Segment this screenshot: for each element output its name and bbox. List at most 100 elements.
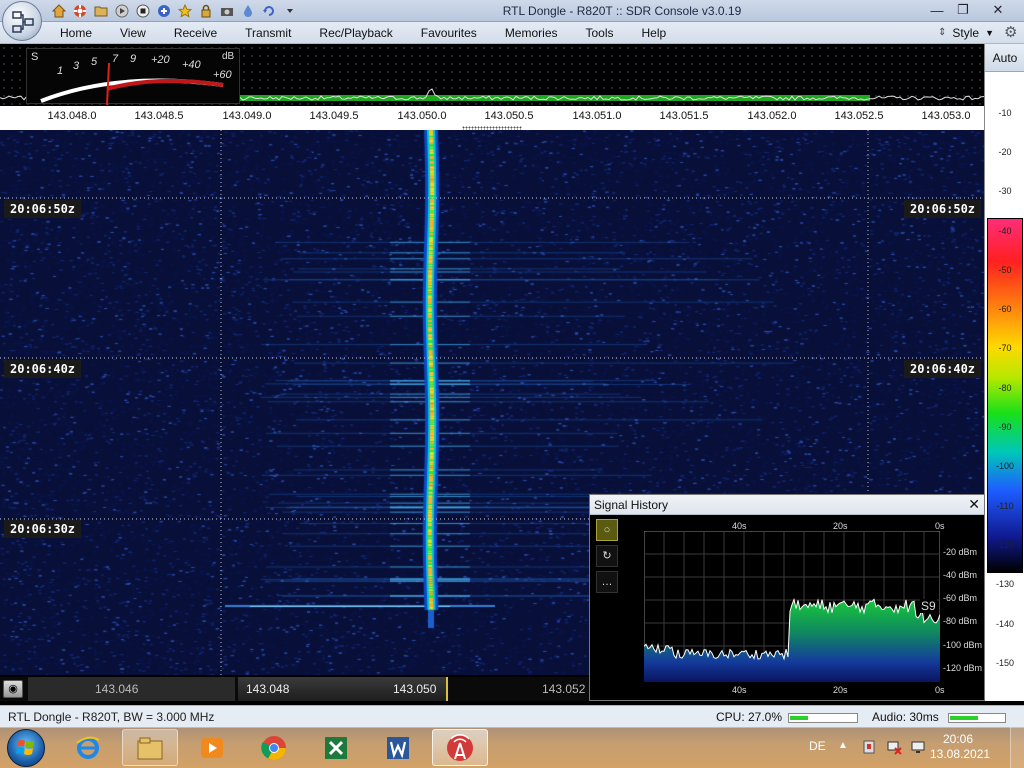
s-meter-scale-5: 5	[91, 56, 98, 68]
dbm-label: -60 dBm	[943, 593, 978, 603]
show-hidden-icons-icon[interactable]: ▲	[838, 740, 848, 751]
menu-rec-playback[interactable]: Rec/Playback	[305, 22, 406, 44]
tuning-label: 143.046	[95, 682, 139, 696]
menu-bar: Home View Receive Transmit Rec/Playback …	[0, 22, 1024, 44]
tuning-label: 143.052	[542, 682, 586, 696]
excel-icon[interactable]	[308, 729, 364, 766]
close-button[interactable]: ✕	[976, 0, 1020, 20]
more-options-button[interactable]: …	[596, 571, 618, 593]
freq-label: 143.050.5	[484, 110, 534, 122]
cpu-meter-fill	[790, 716, 809, 720]
file-explorer-icon[interactable]	[122, 729, 178, 766]
tuning-label: 143.048	[246, 682, 290, 696]
s-meter-scale-plus40: +40	[182, 59, 201, 71]
dbm-label: -120 dBm	[943, 663, 983, 673]
dbm-label: -80 dBm	[943, 616, 978, 626]
tray-usb-icon[interactable]	[861, 739, 877, 755]
freq-label: 143.049.0	[222, 110, 272, 122]
freq-label: 143.051.0	[572, 110, 622, 122]
spectrum-display[interactable]: S dB 1 3 5 7 9 +20 +40 +60	[0, 44, 984, 106]
menu-memories[interactable]: Memories	[491, 22, 572, 44]
db-tick: -60	[998, 304, 1012, 314]
s-meter-scale-7: 7	[112, 53, 119, 65]
rewind-icon[interactable]: ◉	[3, 680, 23, 698]
word-icon[interactable]	[370, 729, 426, 766]
s-meter: S dB 1 3 5 7 9 +20 +40 +60	[26, 48, 240, 106]
s-meter-s-label: S	[31, 51, 39, 63]
freq-label: 143.051.5	[659, 110, 709, 122]
freq-label: 143.049.5	[309, 110, 359, 122]
menu-favourites[interactable]: Favourites	[407, 22, 491, 44]
clock-date: 13.08.2021	[930, 747, 991, 761]
ribbon-toggle-icon[interactable]: ⇕	[938, 22, 946, 44]
db-tick: -120	[995, 540, 1014, 550]
audio-meter-fill	[950, 716, 978, 720]
freq-label: 143.052.5	[834, 110, 884, 122]
time-label-right: 20:06:40z	[904, 360, 982, 378]
time-label-left: 20:06:30z	[4, 520, 82, 538]
menu-transmit[interactable]: Transmit	[231, 22, 305, 44]
history-time-label: 0s	[935, 521, 945, 531]
tray-network-icon[interactable]	[886, 739, 902, 755]
db-tick: -80	[998, 383, 1012, 393]
menu-home[interactable]: Home	[46, 22, 106, 44]
language-indicator[interactable]: DE	[809, 739, 826, 753]
signal-history-body: ○ ↻ … 40s 20s 0s 40s 20s 0s -20 dBm -40 …	[590, 515, 984, 700]
tray-display-icon[interactable]	[910, 739, 926, 755]
signal-history-titlebar[interactable]: Signal History ✕	[590, 495, 984, 515]
tuning-marker	[446, 677, 448, 701]
history-time-label: 40s	[732, 521, 747, 531]
window-title: RTL Dongle - R820T :: SDR Console v3.0.1…	[502, 4, 742, 18]
gear-icon[interactable]: ⚙	[1004, 25, 1020, 41]
signal-history-panel: Signal History ✕ ○ ↻ … 40s 20s 0s 40s 20…	[589, 494, 985, 701]
start-button[interactable]	[7, 729, 45, 767]
audio-meter	[948, 713, 1006, 723]
signal-history-title: Signal History	[594, 498, 669, 512]
menu-view[interactable]: View	[106, 22, 160, 44]
tuning-strip[interactable]: ◉ 143.046 143.048 143.050 143.052	[0, 677, 590, 701]
close-icon[interactable]: ✕	[968, 496, 980, 513]
windows-logo-icon	[16, 740, 34, 755]
s-meter-scale-9: 9	[130, 53, 137, 65]
chevron-down-icon: ▼	[985, 28, 994, 38]
s-unit-marker: S9	[920, 599, 937, 613]
freq-label: 143.052.0	[747, 110, 797, 122]
auto-scale-button[interactable]: Auto	[985, 44, 1024, 72]
reset-button[interactable]: ↻	[596, 545, 618, 567]
time-label-left: 20:06:40z	[4, 360, 82, 378]
frequency-axis[interactable]: 143.048.0 143.048.5 143.049.0 143.049.5 …	[0, 106, 984, 126]
history-time-label: 0s	[935, 685, 945, 695]
menu-receive[interactable]: Receive	[160, 22, 231, 44]
internet-explorer-icon[interactable]	[60, 729, 116, 766]
db-tick: -130	[995, 579, 1014, 589]
record-toggle-button[interactable]: ○	[596, 519, 618, 541]
db-tick: -40	[998, 226, 1012, 236]
db-tick: -20	[998, 147, 1012, 157]
dbm-label: -100 dBm	[943, 640, 983, 650]
style-menu[interactable]: ⇕ Style ▼	[938, 22, 994, 44]
menu-help[interactable]: Help	[628, 22, 681, 44]
audio-status: Audio: 30ms	[872, 710, 939, 724]
menu-tools[interactable]: Tools	[572, 22, 628, 44]
history-time-label: 20s	[833, 685, 848, 695]
sdr-console-icon[interactable]	[432, 729, 488, 766]
history-time-label: 40s	[732, 685, 747, 695]
application-menu-button[interactable]	[2, 1, 42, 41]
signal-history-chart	[644, 531, 940, 682]
device-status: RTL Dongle - R820T, BW = 3.000 MHz	[8, 710, 215, 724]
db-tick: -140	[995, 619, 1014, 629]
db-tick: -10	[998, 108, 1012, 118]
chrome-icon[interactable]	[246, 729, 302, 766]
minimize-button[interactable]: —	[924, 0, 950, 20]
maximize-button[interactable]: ❐	[950, 0, 976, 20]
system-clock[interactable]: 20:06 13.08.2021	[930, 732, 991, 762]
cpu-meter	[788, 713, 858, 723]
s-meter-db-label: dB	[222, 51, 235, 62]
show-desktop-button[interactable]	[1010, 727, 1024, 768]
db-tick: -150	[995, 658, 1014, 668]
media-player-icon[interactable]	[184, 729, 240, 766]
db-scale: Auto -10 -20 -30 -40 -50 -60 -70 -80 -90…	[984, 44, 1024, 701]
application-menu-icon	[12, 11, 34, 33]
window-controls: — ❐ ✕	[924, 0, 1020, 20]
db-tick: -100	[995, 461, 1014, 471]
